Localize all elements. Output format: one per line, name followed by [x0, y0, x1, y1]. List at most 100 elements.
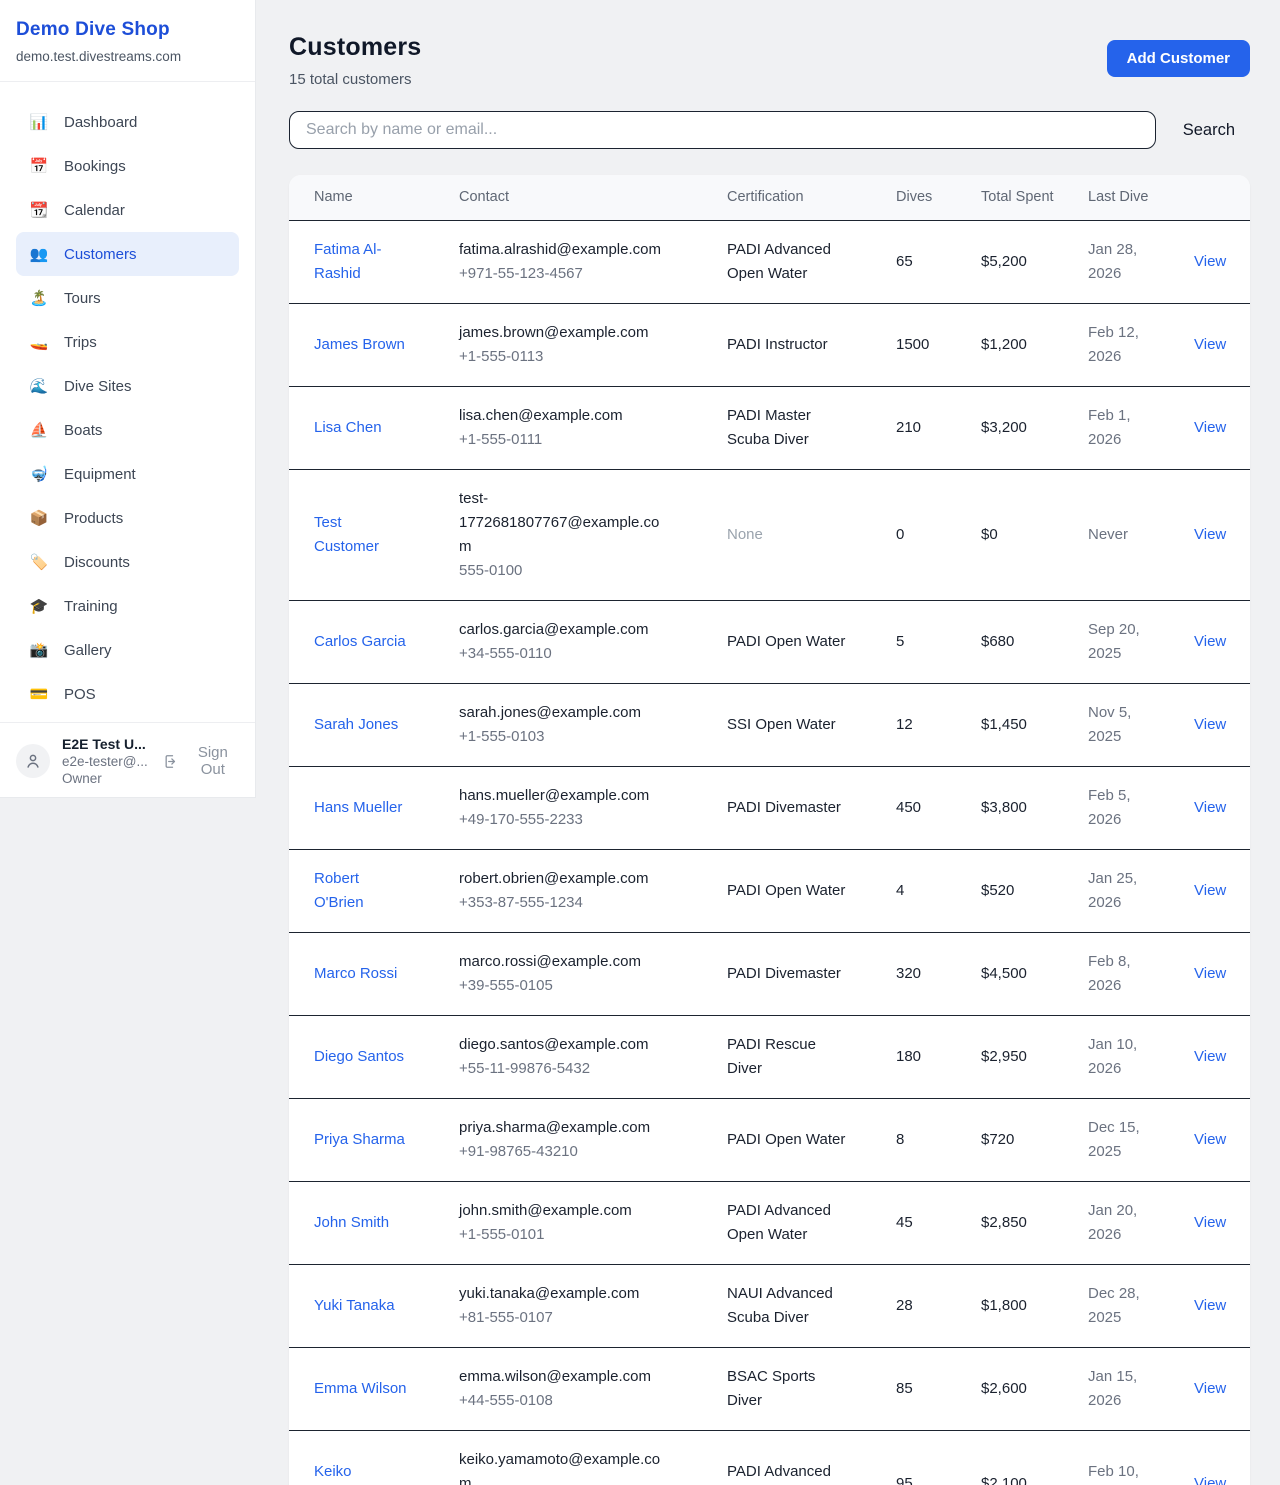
search-row: Search: [289, 111, 1250, 149]
sidebar-item-training[interactable]: 🎓 Training: [16, 584, 239, 628]
customer-name-link[interactable]: Robert O'Brien: [314, 870, 364, 911]
customer-total-spent: $3,800: [981, 767, 1088, 850]
sidebar-item-dive-sites[interactable]: 🌊 Dive Sites: [16, 364, 239, 408]
customer-total-spent: $5,200: [981, 221, 1088, 304]
view-customer-link[interactable]: View: [1194, 336, 1226, 353]
view-customer-link[interactable]: View: [1194, 526, 1226, 543]
customer-name-link[interactable]: Priya Sharma: [314, 1131, 405, 1148]
column-header-certification: Certification: [727, 175, 896, 221]
customer-certification: PADI Advanced Open Water: [727, 221, 896, 304]
view-customer-link[interactable]: View: [1194, 1380, 1226, 1397]
search-input[interactable]: [289, 111, 1156, 149]
sidebar-item-gallery[interactable]: 📸 Gallery: [16, 628, 239, 672]
sidebar-item-dashboard[interactable]: 📊 Dashboard: [16, 100, 239, 144]
customer-phone: +49-170-555-2233: [459, 808, 671, 832]
view-customer-link[interactable]: View: [1194, 253, 1226, 270]
view-customer-link[interactable]: View: [1194, 1131, 1226, 1148]
table-row: Test Customer test-1772681807767@example…: [289, 470, 1250, 601]
customer-total-spent: $1,450: [981, 684, 1088, 767]
sidebar-item-tours[interactable]: 🏝️ Tours: [16, 276, 239, 320]
customer-phone: +1-555-0111: [459, 428, 671, 452]
person-icon: [24, 752, 42, 770]
customer-dives: 180: [896, 1016, 981, 1099]
view-customer-link[interactable]: View: [1194, 882, 1226, 899]
customer-phone: +55-11-99876-5432: [459, 1057, 671, 1081]
page-title: Customers: [289, 33, 421, 62]
customer-name-link[interactable]: John Smith: [314, 1214, 389, 1231]
view-customer-link[interactable]: View: [1194, 1475, 1226, 1485]
graduation-cap-icon: 🎓: [29, 599, 49, 614]
customer-name-link[interactable]: Test Customer: [314, 514, 379, 555]
view-customer-link[interactable]: View: [1194, 1214, 1226, 1231]
customer-email: james.brown@example.com: [459, 321, 671, 345]
label-tag-icon: 🏷️: [29, 555, 49, 570]
customer-certification: PADI Divemaster: [727, 767, 896, 850]
customer-dives: 12: [896, 684, 981, 767]
sign-out-button[interactable]: Sign Out: [163, 744, 239, 778]
customer-last-dive: Jan 20, 2026: [1088, 1182, 1194, 1265]
sidebar-item-products[interactable]: 📦 Products: [16, 496, 239, 540]
sidebar-item-customers[interactable]: 👥 Customers: [16, 232, 239, 276]
customer-last-dive: Feb 8, 2026: [1088, 933, 1194, 1016]
view-customer-link[interactable]: View: [1194, 1048, 1226, 1065]
sidebar-item-equipment[interactable]: 🤿 Equipment: [16, 452, 239, 496]
customer-name-link[interactable]: Yuki Tanaka: [314, 1297, 395, 1314]
customer-total-spent: $520: [981, 850, 1088, 933]
sidebar-item-discounts[interactable]: 🏷️ Discounts: [16, 540, 239, 584]
page-header: Customers 15 total customers Add Custome…: [289, 33, 1250, 88]
customer-total-spent: $3,200: [981, 387, 1088, 470]
customer-dives: 1500: [896, 304, 981, 387]
table-row: Priya Sharma priya.sharma@example.com +9…: [289, 1099, 1250, 1182]
table-header-row: Name Contact Certification Dives Total S…: [289, 175, 1250, 221]
search-button[interactable]: Search: [1183, 121, 1235, 140]
view-customer-link[interactable]: View: [1194, 1297, 1226, 1314]
customer-name-link[interactable]: Diego Santos: [314, 1048, 404, 1065]
customer-certification: BSAC Sports Diver: [727, 1348, 896, 1431]
customer-last-dive: Feb 5, 2026: [1088, 767, 1194, 850]
sign-out-label: Sign Out: [187, 744, 239, 778]
customer-dives: 8: [896, 1099, 981, 1182]
sidebar-item-calendar[interactable]: 📆 Calendar: [16, 188, 239, 232]
view-customer-link[interactable]: View: [1194, 633, 1226, 650]
customer-email: yuki.tanaka@example.com: [459, 1282, 671, 1306]
package-icon: 📦: [29, 511, 49, 526]
bar-chart-icon: 📊: [29, 115, 49, 130]
user-email: e2e-tester@...: [62, 754, 163, 769]
sailboat-icon: ⛵: [29, 423, 49, 438]
customer-contact-cell: keiko.yamamoto@example.com +81-90-1234-5…: [459, 1431, 727, 1485]
customer-name-link[interactable]: James Brown: [314, 336, 405, 353]
customer-contact-cell: hans.mueller@example.com +49-170-555-223…: [459, 767, 727, 850]
customer-email: test-1772681807767@example.com: [459, 487, 671, 559]
table-row: Hans Mueller hans.mueller@example.com +4…: [289, 767, 1250, 850]
sidebar-item-trips[interactable]: 🚤 Trips: [16, 320, 239, 364]
customer-name-link[interactable]: Sarah Jones: [314, 716, 398, 733]
table-row: James Brown james.brown@example.com +1-5…: [289, 304, 1250, 387]
column-header-last-dive: Last Dive: [1088, 175, 1194, 221]
sidebar-item-bookings[interactable]: 📅 Bookings: [16, 144, 239, 188]
main-content: Customers 15 total customers Add Custome…: [256, 0, 1280, 1485]
customer-total-spent: $680: [981, 601, 1088, 684]
customer-phone: +81-555-0107: [459, 1306, 671, 1330]
customer-email: lisa.chen@example.com: [459, 404, 671, 428]
view-customer-link[interactable]: View: [1194, 799, 1226, 816]
customer-total-spent: $2,100: [981, 1431, 1088, 1485]
view-customer-link[interactable]: View: [1194, 965, 1226, 982]
sidebar-item-boats[interactable]: ⛵ Boats: [16, 408, 239, 452]
customer-dives: 95: [896, 1431, 981, 1485]
customer-name-link[interactable]: Keiko Yamamoto: [314, 1463, 385, 1485]
customer-name-link[interactable]: Carlos Garcia: [314, 633, 406, 650]
customer-name-link[interactable]: Fatima Al-Rashid: [314, 241, 382, 282]
customer-name-link[interactable]: Emma Wilson: [314, 1380, 407, 1397]
customer-phone: +44-555-0108: [459, 1389, 671, 1413]
customer-total-spent: $1,800: [981, 1265, 1088, 1348]
add-customer-button[interactable]: Add Customer: [1107, 40, 1250, 77]
customer-name-link[interactable]: Marco Rossi: [314, 965, 397, 982]
customer-dives: 450: [896, 767, 981, 850]
customer-last-dive: Sep 20, 2025: [1088, 601, 1194, 684]
view-customer-link[interactable]: View: [1194, 419, 1226, 436]
customer-name-link[interactable]: Hans Mueller: [314, 799, 402, 816]
customer-contact-cell: yuki.tanaka@example.com +81-555-0107: [459, 1265, 727, 1348]
customer-name-link[interactable]: Lisa Chen: [314, 419, 382, 436]
view-customer-link[interactable]: View: [1194, 716, 1226, 733]
sidebar-item-pos[interactable]: 💳 POS: [16, 672, 239, 716]
